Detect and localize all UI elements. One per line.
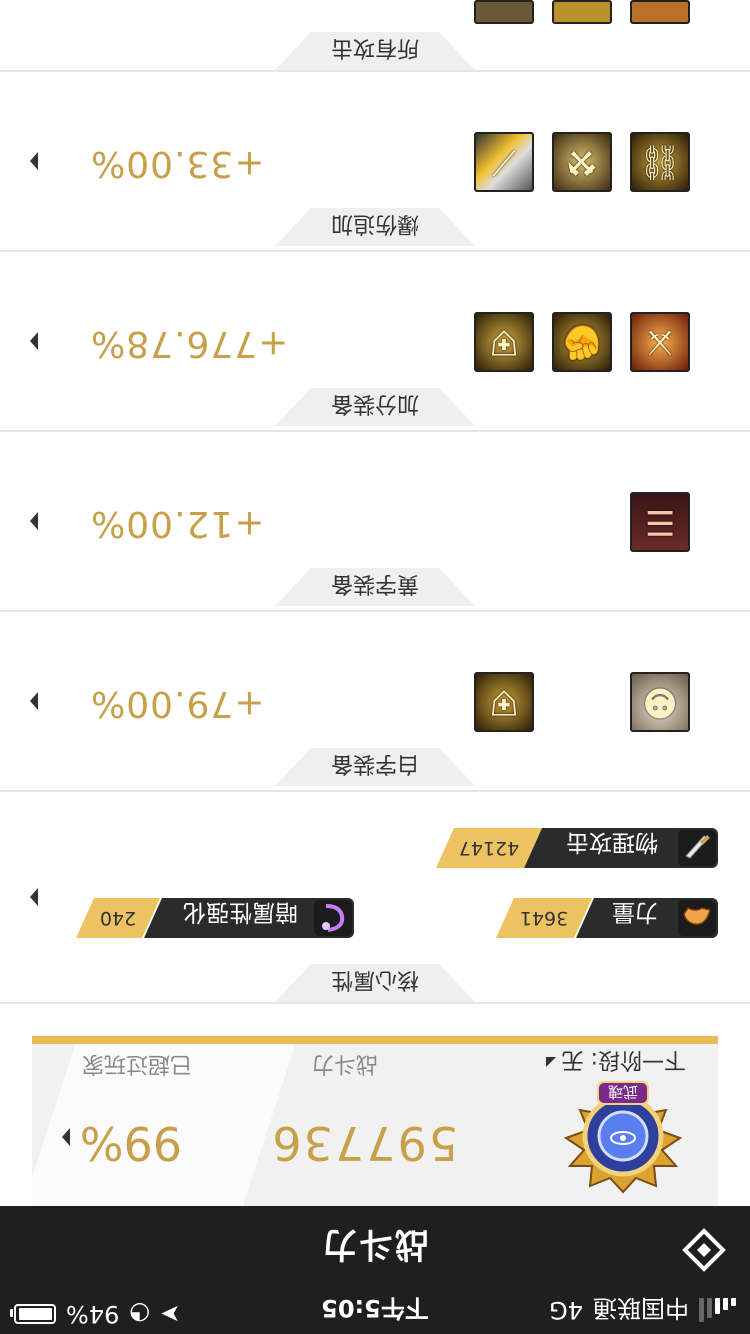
section-arrow-icon[interactable] (30, 692, 38, 710)
section-value: +33.00% (90, 143, 265, 184)
section-value: +776.78% (90, 323, 289, 364)
divider (0, 430, 750, 432)
section-title: 加分装备 (331, 391, 420, 416)
item-gold-chest[interactable]: ⛨ (474, 312, 534, 372)
section-title: 核心属性 (331, 967, 420, 992)
next-stage-label: 下一阶段: 无 (545, 1046, 686, 1078)
divider (0, 70, 750, 72)
item-gold-gauntlet[interactable]: ✊ (552, 312, 612, 372)
section-value: +79.00% (90, 683, 265, 724)
section-tab-core: 核心属性 (275, 964, 475, 1002)
dark-ring-icon (314, 900, 352, 936)
chain-weapon-icon: ⚒ (566, 142, 598, 182)
scroll-icon: ☰ (644, 502, 676, 542)
nav-bar: 战斗力 (0, 1206, 750, 1294)
screen: 中国联通 4G 下午5:05 ➤ ◔ 94% 战斗力 武魂 下一阶段: 无 59… (0, 0, 750, 1334)
power-value: 597736 (270, 1116, 458, 1170)
section-tab-white-equip: 白字装备 (275, 748, 475, 786)
core-detail-arrow-icon[interactable] (30, 888, 38, 906)
section-arrow-icon[interactable] (30, 332, 38, 350)
divider (0, 610, 750, 612)
item-red-scroll[interactable]: ☰ (630, 492, 690, 552)
attr-name: 暗属性强化 (183, 899, 298, 925)
power-value-label: 战斗力 (311, 1051, 378, 1076)
sword-icon (678, 830, 716, 866)
section-tab-yellow-equip: 黄字装备 (275, 568, 475, 606)
section-tab-crit-damage: 爆伤追加 (275, 208, 475, 246)
item-c[interactable] (474, 0, 534, 24)
divider (0, 1002, 750, 1004)
battery-icon (14, 1304, 56, 1324)
section-arrow-icon[interactable] (30, 512, 38, 530)
divider (0, 250, 750, 252)
blade-icon: ⟋ (492, 142, 516, 182)
page-title: 战斗力 (321, 1224, 429, 1264)
corner-triangle-icon (545, 1057, 556, 1067)
percent-label: 已超过玩家 (81, 1051, 192, 1076)
belt-icon: ⛓ (638, 142, 682, 182)
section-tab-bonus-equip: 加分装备 (275, 388, 475, 426)
item-gold-belt[interactable]: ⛓ (630, 132, 690, 192)
attr-strength[interactable]: 力量 3641 (498, 898, 718, 938)
item-armor-gold[interactable]: ⛨ (474, 672, 534, 732)
chest-armor-icon: ⛨ (491, 322, 517, 362)
status-right: ➤ ◔ 94% (14, 1300, 180, 1328)
emblem-text: 武魂 (608, 1083, 638, 1101)
attr-physical-attack[interactable]: 物理攻击 42147 (438, 828, 718, 868)
percent-value: 99% (79, 1116, 182, 1170)
section-title: 所有攻击 (331, 35, 420, 60)
section-arrow-icon[interactable] (30, 152, 38, 170)
mask-icon: ☻ (642, 682, 678, 722)
attr-dark-enhance[interactable]: 暗属性强化 240 (78, 898, 354, 938)
gauntlet-icon: ✊ (560, 322, 604, 362)
section-title: 爆伤追加 (331, 211, 420, 236)
section-title: 白字装备 (331, 751, 420, 776)
power-progress-bar (32, 1036, 718, 1044)
blade-icon: ⚔ (644, 322, 676, 362)
item-face-mask[interactable]: ☻ (630, 672, 690, 732)
power-summary-card[interactable]: 武魂 下一阶段: 无 597736 战斗力 99% 已超过玩家 (32, 1036, 718, 1206)
attr-name: 物理攻击 (566, 829, 658, 855)
armor-icon: ⛨ (491, 682, 517, 722)
item-gold-chain[interactable]: ⚒ (552, 132, 612, 192)
attr-value: 42147 (436, 828, 542, 868)
arm-icon (678, 900, 716, 936)
next-stage-text: 下一阶段: 无 (561, 1047, 686, 1072)
alarm-icon: ◔ (129, 1300, 151, 1328)
battery-percent: 94% (66, 1300, 120, 1328)
power-detail-arrow-icon[interactable] (62, 1128, 70, 1146)
item-b[interactable] (552, 0, 612, 24)
section-value: +12.00% (90, 503, 265, 544)
item-a[interactable] (630, 0, 690, 24)
section-tab-all-attack: 所有攻击 (275, 32, 475, 70)
section-title: 黄字装备 (331, 571, 420, 596)
divider (0, 790, 750, 792)
item-red-blade[interactable]: ⚔ (630, 312, 690, 372)
wuhun-emblem-icon: 武魂 (563, 1081, 683, 1194)
location-arrow-icon: ➤ (160, 1300, 181, 1328)
attr-value: 3641 (496, 898, 592, 938)
item-gold-blade[interactable]: ⟋ (474, 132, 534, 192)
status-bar: 中国联通 4G 下午5:05 ➤ ◔ 94% (0, 1294, 750, 1334)
attr-name: 力量 (612, 899, 658, 925)
